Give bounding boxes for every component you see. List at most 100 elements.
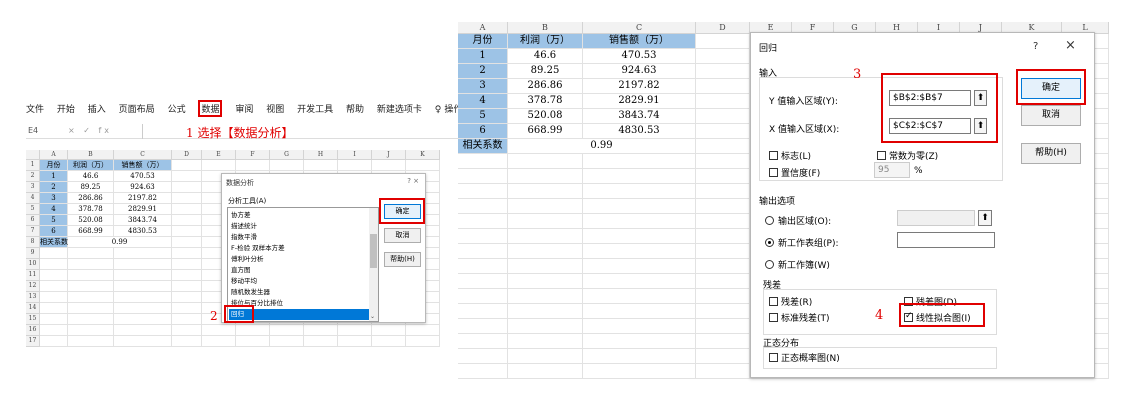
grid-cell[interactable]: [696, 289, 750, 304]
grid-cell[interactable]: [172, 160, 202, 171]
table-cell[interactable]: 3: [458, 79, 508, 94]
grid-cell[interactable]: [68, 314, 114, 325]
table-cell[interactable]: 668.99: [68, 226, 114, 237]
grid-cell[interactable]: [458, 244, 508, 259]
tab-view[interactable]: 视图: [266, 102, 284, 115]
const-check-box[interactable]: [877, 151, 886, 160]
grid-cell[interactable]: [304, 336, 338, 347]
row-header[interactable]: 4: [26, 193, 40, 204]
table-cell[interactable]: 470.53: [114, 171, 172, 182]
grid-cell[interactable]: [696, 349, 750, 364]
grid-cell[interactable]: [406, 325, 440, 336]
grid-cell[interactable]: [40, 270, 68, 281]
grid-cell[interactable]: [68, 270, 114, 281]
column-header[interactable]: D: [172, 150, 202, 160]
grid-cell[interactable]: [583, 244, 696, 259]
grid-cell[interactable]: [583, 259, 696, 274]
grid-cell[interactable]: [236, 160, 270, 171]
grid-cell[interactable]: [696, 319, 750, 334]
grid-cell[interactable]: [406, 160, 440, 171]
table-cell[interactable]: 2829.91: [583, 94, 696, 109]
table-cell[interactable]: 3: [40, 193, 68, 204]
reg-help-button[interactable]: 帮助(H): [1021, 143, 1081, 164]
constant-zero-checkbox[interactable]: 常数为零(Z): [877, 149, 938, 162]
column-header[interactable]: B: [508, 22, 583, 34]
tool-list-item[interactable]: 傅利叶分析: [229, 254, 369, 265]
grid-cell[interactable]: [583, 229, 696, 244]
table-cell[interactable]: 2197.82: [583, 79, 696, 94]
column-header[interactable]: D: [696, 22, 750, 34]
grid-cell[interactable]: [508, 214, 583, 229]
grid-cell[interactable]: [40, 281, 68, 292]
grid-cell[interactable]: [458, 304, 508, 319]
grid-cell[interactable]: [172, 270, 202, 281]
grid-cell[interactable]: [172, 248, 202, 259]
tab-formulas[interactable]: 公式: [168, 102, 186, 115]
row-header[interactable]: 15: [26, 314, 40, 325]
grid-cell[interactable]: [508, 319, 583, 334]
grid-cell[interactable]: [68, 303, 114, 314]
table-header-cell[interactable]: 月份: [40, 160, 68, 171]
grid-cell[interactable]: [114, 336, 172, 347]
grid-cell[interactable]: [583, 304, 696, 319]
grid-cell[interactable]: [114, 270, 172, 281]
residuals-checkbox[interactable]: 残差(R): [769, 295, 812, 308]
grid-cell[interactable]: [583, 199, 696, 214]
tool-list-item[interactable]: 指数平滑: [229, 232, 369, 243]
tab-data[interactable]: 数据: [198, 100, 223, 117]
table-cell[interactable]: 4830.53: [583, 124, 696, 139]
row-header[interactable]: 16: [26, 325, 40, 336]
grid-cell[interactable]: [508, 289, 583, 304]
grid-cell[interactable]: [583, 289, 696, 304]
grid-cell[interactable]: [508, 184, 583, 199]
chevron-down-icon[interactable]: ⌄: [370, 313, 375, 320]
table-cell[interactable]: 4830.53: [114, 226, 172, 237]
std-residuals-check-box[interactable]: [769, 313, 778, 322]
grid-cell[interactable]: [338, 325, 372, 336]
help-question-icon[interactable]: ?: [1033, 41, 1038, 52]
column-header[interactable]: C: [114, 150, 172, 160]
grid-cell[interactable]: [696, 169, 750, 184]
grid-cell[interactable]: [172, 336, 202, 347]
labels-checkbox[interactable]: 标志(L): [769, 149, 811, 162]
row-header[interactable]: 14: [26, 303, 40, 314]
tool-list-item[interactable]: 描述统计: [229, 221, 369, 232]
grid-cell[interactable]: [508, 244, 583, 259]
grid-cell[interactable]: [508, 334, 583, 349]
table-cell[interactable]: 89.25: [68, 182, 114, 193]
grid-cell[interactable]: [40, 314, 68, 325]
grid-cell[interactable]: [114, 281, 172, 292]
table-cell[interactable]: 4: [40, 204, 68, 215]
column-header[interactable]: I: [338, 150, 372, 160]
grid-cell[interactable]: [458, 349, 508, 364]
row-header[interactable]: 11: [26, 270, 40, 281]
select-all-corner[interactable]: [26, 150, 40, 160]
new-sheet-radio[interactable]: 新工作表组(P):: [765, 236, 838, 249]
table-header-cell[interactable]: 月份: [458, 34, 508, 49]
row-header[interactable]: 7: [26, 226, 40, 237]
grid-cell[interactable]: [172, 215, 202, 226]
grid-cell[interactable]: [172, 171, 202, 182]
name-box[interactable]: E4: [28, 126, 38, 135]
column-header[interactable]: G: [270, 150, 304, 160]
table-cell[interactable]: 2197.82: [114, 193, 172, 204]
grid-cell[interactable]: [583, 154, 696, 169]
table-cell[interactable]: 2: [458, 64, 508, 79]
corr-label-cell[interactable]: 相关系数: [458, 139, 508, 154]
grid-cell[interactable]: [270, 336, 304, 347]
row-header[interactable]: 13: [26, 292, 40, 303]
close-icon[interactable]: ×: [1065, 38, 1076, 53]
grid-cell[interactable]: [696, 259, 750, 274]
reg-cancel-button[interactable]: 取消: [1021, 105, 1081, 126]
tool-list-item[interactable]: 协方差: [229, 210, 369, 221]
grid-cell[interactable]: [172, 237, 202, 248]
tab-file[interactable]: 文件: [26, 102, 44, 115]
grid-cell[interactable]: [114, 259, 172, 270]
grid-cell[interactable]: [696, 214, 750, 229]
row-header[interactable]: 1: [26, 160, 40, 171]
grid-cell[interactable]: [696, 244, 750, 259]
grid-cell[interactable]: [172, 204, 202, 215]
table-header-cell[interactable]: 销售额（万）: [583, 34, 696, 49]
column-header[interactable]: C: [583, 22, 696, 34]
grid-cell[interactable]: [40, 336, 68, 347]
